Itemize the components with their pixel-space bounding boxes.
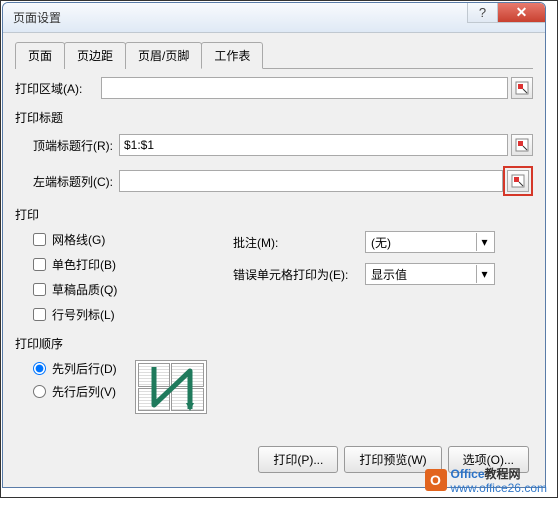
window-title: 页面设置 [13, 9, 61, 26]
down-first-label: 先列后行(D) [52, 360, 117, 377]
top-row-range-picker[interactable] [511, 134, 533, 156]
print-area-label: 打印区域(A): [15, 80, 101, 97]
left-col-input[interactable] [119, 170, 503, 192]
over-first-radio[interactable] [33, 385, 46, 398]
tab-sheet[interactable]: 工作表 [201, 42, 263, 69]
print-order-preview [135, 360, 207, 414]
gridlines-label: 网格线(G) [52, 231, 105, 248]
errors-label: 错误单元格打印为(E): [233, 266, 359, 283]
comments-combo[interactable]: (无) ▾ [365, 231, 495, 253]
watermark-brand2: 教程网 [485, 467, 521, 481]
print-button[interactable]: 打印(P)... [258, 446, 338, 473]
close-button[interactable]: ✕ [497, 3, 545, 23]
watermark: O Office教程网 www.office26.com [425, 465, 548, 495]
help-button[interactable]: ? [467, 3, 497, 23]
watermark-site: www.office26.com [451, 481, 548, 495]
over-first-label: 先行后列(V) [52, 383, 116, 400]
draft-checkbox[interactable] [33, 283, 46, 296]
errors-value: 显示值 [371, 266, 407, 283]
top-row-input[interactable] [119, 134, 508, 156]
errors-combo[interactable]: 显示值 ▾ [365, 263, 495, 285]
print-titles-group: 打印标题 [15, 109, 533, 126]
order-group: 打印顺序 [15, 335, 533, 352]
print-area-input[interactable] [101, 77, 508, 99]
rowcol-label: 行号列标(L) [52, 306, 115, 323]
watermark-brand1: Office [451, 467, 485, 481]
comments-value: (无) [371, 234, 391, 251]
watermark-icon: O [425, 469, 447, 491]
bw-checkbox[interactable] [33, 258, 46, 271]
highlight-left-col-picker [503, 166, 533, 196]
tab-margins[interactable]: 页边距 [64, 42, 126, 69]
chevron-down-icon: ▾ [476, 265, 492, 283]
tab-strip: 页面 页边距 页眉/页脚 工作表 [15, 41, 533, 69]
draft-label: 草稿品质(Q) [52, 281, 117, 298]
down-first-radio[interactable] [33, 362, 46, 375]
titlebar: 页面设置 ? ✕ [3, 3, 545, 33]
bw-label: 单色打印(B) [52, 256, 116, 273]
comments-label: 批注(M): [233, 234, 359, 251]
print-area-range-picker[interactable] [511, 77, 533, 99]
left-col-label: 左端标题列(C): [33, 173, 119, 190]
tab-page[interactable]: 页面 [15, 42, 65, 69]
top-row-label: 顶端标题行(R): [33, 137, 119, 154]
tab-headerfooter[interactable]: 页眉/页脚 [125, 42, 202, 69]
left-col-range-picker[interactable] [507, 170, 529, 192]
rowcol-checkbox[interactable] [33, 308, 46, 321]
chevron-down-icon: ▾ [476, 233, 492, 251]
gridlines-checkbox[interactable] [33, 233, 46, 246]
print-group: 打印 [15, 206, 533, 223]
